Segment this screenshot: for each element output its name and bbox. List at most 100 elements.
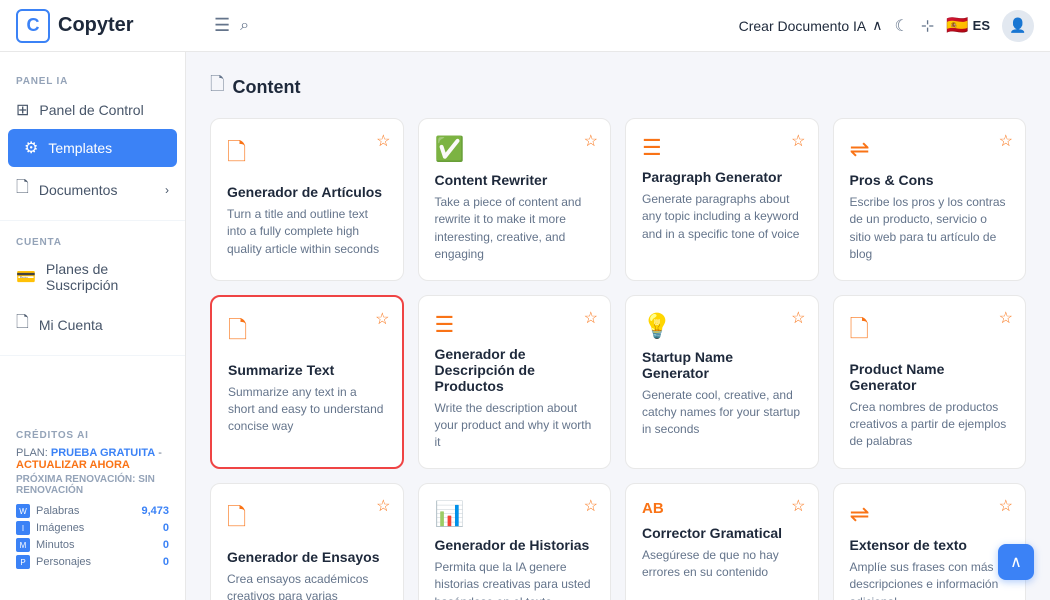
imagenes-value: 0 (163, 522, 169, 534)
star-button-extensor-texto[interactable]: ☆ (999, 496, 1013, 516)
star-button-pros-cons[interactable]: ☆ (999, 131, 1013, 151)
star-button-product-name-generator[interactable]: ☆ (999, 308, 1013, 328)
card-extensor-texto[interactable]: ⇌ ☆ Extensor de texto Amplíe sus frases … (833, 483, 1027, 600)
card-icon-startup-name-generator: 💡 (642, 312, 802, 341)
card-icon-generador-descripcion: ☰ (435, 312, 595, 338)
imagenes-icon: I (16, 521, 30, 535)
star-button-corrector-gramatical[interactable]: ☆ (791, 496, 805, 516)
personajes-icon: P (16, 555, 30, 569)
sidebar-item-templates[interactable]: ⚙ Templates (8, 129, 177, 167)
star-button-content-rewriter[interactable]: ☆ (584, 131, 598, 151)
card-content-rewriter[interactable]: ✅ ☆ Content Rewriter Take a piece of con… (418, 118, 612, 281)
hamburger-button[interactable]: ☰ (214, 15, 230, 36)
card-title-generador-historias: Generador de Historias (435, 537, 595, 553)
sidebar-item-label: Planes de Suscripción (46, 261, 169, 293)
card-desc-content-rewriter: Take a piece of content and rewrite it t… (435, 194, 595, 264)
crear-doc-label: Crear Documento IA (739, 18, 867, 34)
star-button-startup-name-generator[interactable]: ☆ (791, 308, 805, 328)
card-icon-paragraph-generator: ☰ (642, 135, 802, 161)
sidebar-item-mi-cuenta[interactable]: 🗋 Mi Cuenta (0, 302, 185, 347)
cards-row-2: 🗋 ☆ Summarize Text Summarize any text in… (210, 295, 1026, 469)
logo-text: Copyter (58, 14, 134, 37)
scroll-top-button[interactable]: ∧ (998, 544, 1034, 580)
card-startup-name-generator[interactable]: 💡 ☆ Startup Name Generator Generate cool… (625, 295, 819, 469)
imagenes-label: Imágenes (36, 522, 84, 534)
palabras-value: 9,473 (141, 505, 169, 517)
star-button-paragraph-generator[interactable]: ☆ (791, 131, 805, 151)
star-button-generador-articulos[interactable]: ☆ (376, 131, 390, 151)
planes-icon: 💳 (16, 267, 36, 287)
plan-prefix: PLAN: (16, 447, 48, 459)
sidebar-item-documentos[interactable]: 🗋 Documentos › (0, 167, 185, 212)
chevron-right-icon: › (165, 183, 169, 197)
card-title-extensor-texto: Extensor de texto (850, 537, 1010, 553)
credits-section: CRÉDITOS AI PLAN: PRUEBA GRATUITA - ACTU… (0, 418, 185, 584)
templates-icon: ⚙ (24, 138, 38, 158)
card-desc-extensor-texto: Amplíe sus frases con más descripciones … (850, 559, 1010, 600)
card-desc-generador-historias: Permita que la IA genere historias creat… (435, 559, 595, 600)
avatar[interactable]: 👤 (1002, 10, 1034, 42)
personajes-value: 0 (163, 556, 169, 568)
logo-area: C Copyter (16, 9, 202, 43)
minutos-icon: M (16, 538, 30, 552)
card-icon-pros-cons: ⇌ (850, 135, 1010, 164)
sidebar-item-panel-control[interactable]: ⊞ Panel de Control (0, 91, 185, 129)
crear-documento-button[interactable]: Crear Documento IA ∧ (739, 17, 883, 34)
sidebar-item-label: Mi Cuenta (39, 317, 103, 333)
card-icon-generador-articulos: 🗋 (227, 135, 387, 176)
star-button-summarize-text[interactable]: ☆ (375, 309, 389, 329)
scroll-top-icon: ∧ (1010, 552, 1022, 572)
theme-toggle-button[interactable]: ☾ (894, 16, 908, 36)
card-generador-ensayos[interactable]: 🗋 ☆ Generador de Ensayos Crea ensayos ac… (210, 483, 404, 600)
palabras-label: Palabras (36, 505, 79, 517)
card-title-startup-name-generator: Startup Name Generator (642, 349, 802, 381)
creditos-label: CRÉDITOS AI (16, 430, 169, 441)
cards-row-3: 🗋 ☆ Generador de Ensayos Crea ensayos ac… (210, 483, 1026, 600)
language-selector[interactable]: 🇪🇸 ES (946, 15, 990, 36)
card-icon-generador-historias: 📊 (435, 500, 595, 529)
sidebar-item-planes[interactable]: 💳 Planes de Suscripción (0, 252, 185, 302)
star-button-generador-historias[interactable]: ☆ (584, 496, 598, 516)
card-generador-descripcion[interactable]: ☰ ☆ Generador de Descripción de Producto… (418, 295, 612, 469)
card-icon-corrector-gramatical: AB (642, 500, 802, 517)
card-icon-product-name-generator: 🗋 (850, 312, 1010, 353)
card-pros-cons[interactable]: ⇌ ☆ Pros & Cons Escribe los pros y los c… (833, 118, 1027, 281)
card-title-generador-ensayos: Generador de Ensayos (227, 549, 387, 565)
personajes-label: Personajes (36, 556, 91, 568)
sidebar-item-label: Templates (48, 140, 112, 156)
card-product-name-generator[interactable]: 🗋 ☆ Product Name Generator Crea nombres … (833, 295, 1027, 469)
card-icon-extensor-texto: ⇌ (850, 500, 1010, 529)
chevron-up-icon: ∧ (872, 17, 882, 34)
plan-name[interactable]: PRUEBA GRATUITA (51, 447, 155, 459)
layout: PANEL IA ⊞ Panel de Control ⚙ Templates … (0, 52, 1050, 600)
card-generador-historias[interactable]: 📊 ☆ Generador de Historias Permita que l… (418, 483, 612, 600)
star-button-generador-ensayos[interactable]: ☆ (376, 496, 390, 516)
minutos-value: 0 (163, 539, 169, 551)
plan-sep: - (158, 447, 162, 459)
card-icon-summarize-text: 🗋 (228, 313, 386, 354)
card-desc-product-name-generator: Crea nombres de productos creativos a pa… (850, 399, 1010, 451)
search-button[interactable]: ⌕ (240, 17, 249, 35)
card-desc-generador-articulos: Turn a title and outline text into a ful… (227, 206, 387, 258)
plan-update-link[interactable]: ACTUALIZAR AHORA (16, 459, 130, 471)
card-title-paragraph-generator: Paragraph Generator (642, 169, 802, 185)
card-title-corrector-gramatical: Corrector Gramatical (642, 525, 802, 541)
card-desc-generador-descripcion: Write the description about your product… (435, 400, 595, 452)
flag-icon: 🇪🇸 (946, 15, 968, 36)
cuenta-icon: 🗋 (16, 311, 29, 338)
fullscreen-button[interactable]: ⊹ (921, 16, 934, 36)
card-summarize-text[interactable]: 🗋 ☆ Summarize Text Summarize any text in… (210, 295, 404, 469)
card-title-content-rewriter: Content Rewriter (435, 172, 595, 188)
sidebar: PANEL IA ⊞ Panel de Control ⚙ Templates … (0, 52, 186, 600)
doc-icon: 🗋 (16, 176, 29, 203)
star-button-generador-descripcion[interactable]: ☆ (584, 308, 598, 328)
card-title-generador-descripcion: Generador de Descripción de Productos (435, 346, 595, 394)
card-corrector-gramatical[interactable]: AB ☆ Corrector Gramatical Asegúrese de q… (625, 483, 819, 600)
panel-ia-label: PANEL IA (0, 68, 185, 91)
card-paragraph-generator[interactable]: ☰ ☆ Paragraph Generator Generate paragra… (625, 118, 819, 281)
card-generador-articulos[interactable]: 🗋 ☆ Generador de Artículos Turn a title … (210, 118, 404, 281)
minutos-label: Minutos (36, 539, 75, 551)
topbar-right: Crear Documento IA ∧ ☾ ⊹ 🇪🇸 ES 👤 (739, 10, 1034, 42)
section-header: 🗋 Content (210, 72, 1026, 102)
renovacion-line: PRÓXIMA RENOVACIÓN: SIN RENOVACIÓN (16, 474, 169, 496)
